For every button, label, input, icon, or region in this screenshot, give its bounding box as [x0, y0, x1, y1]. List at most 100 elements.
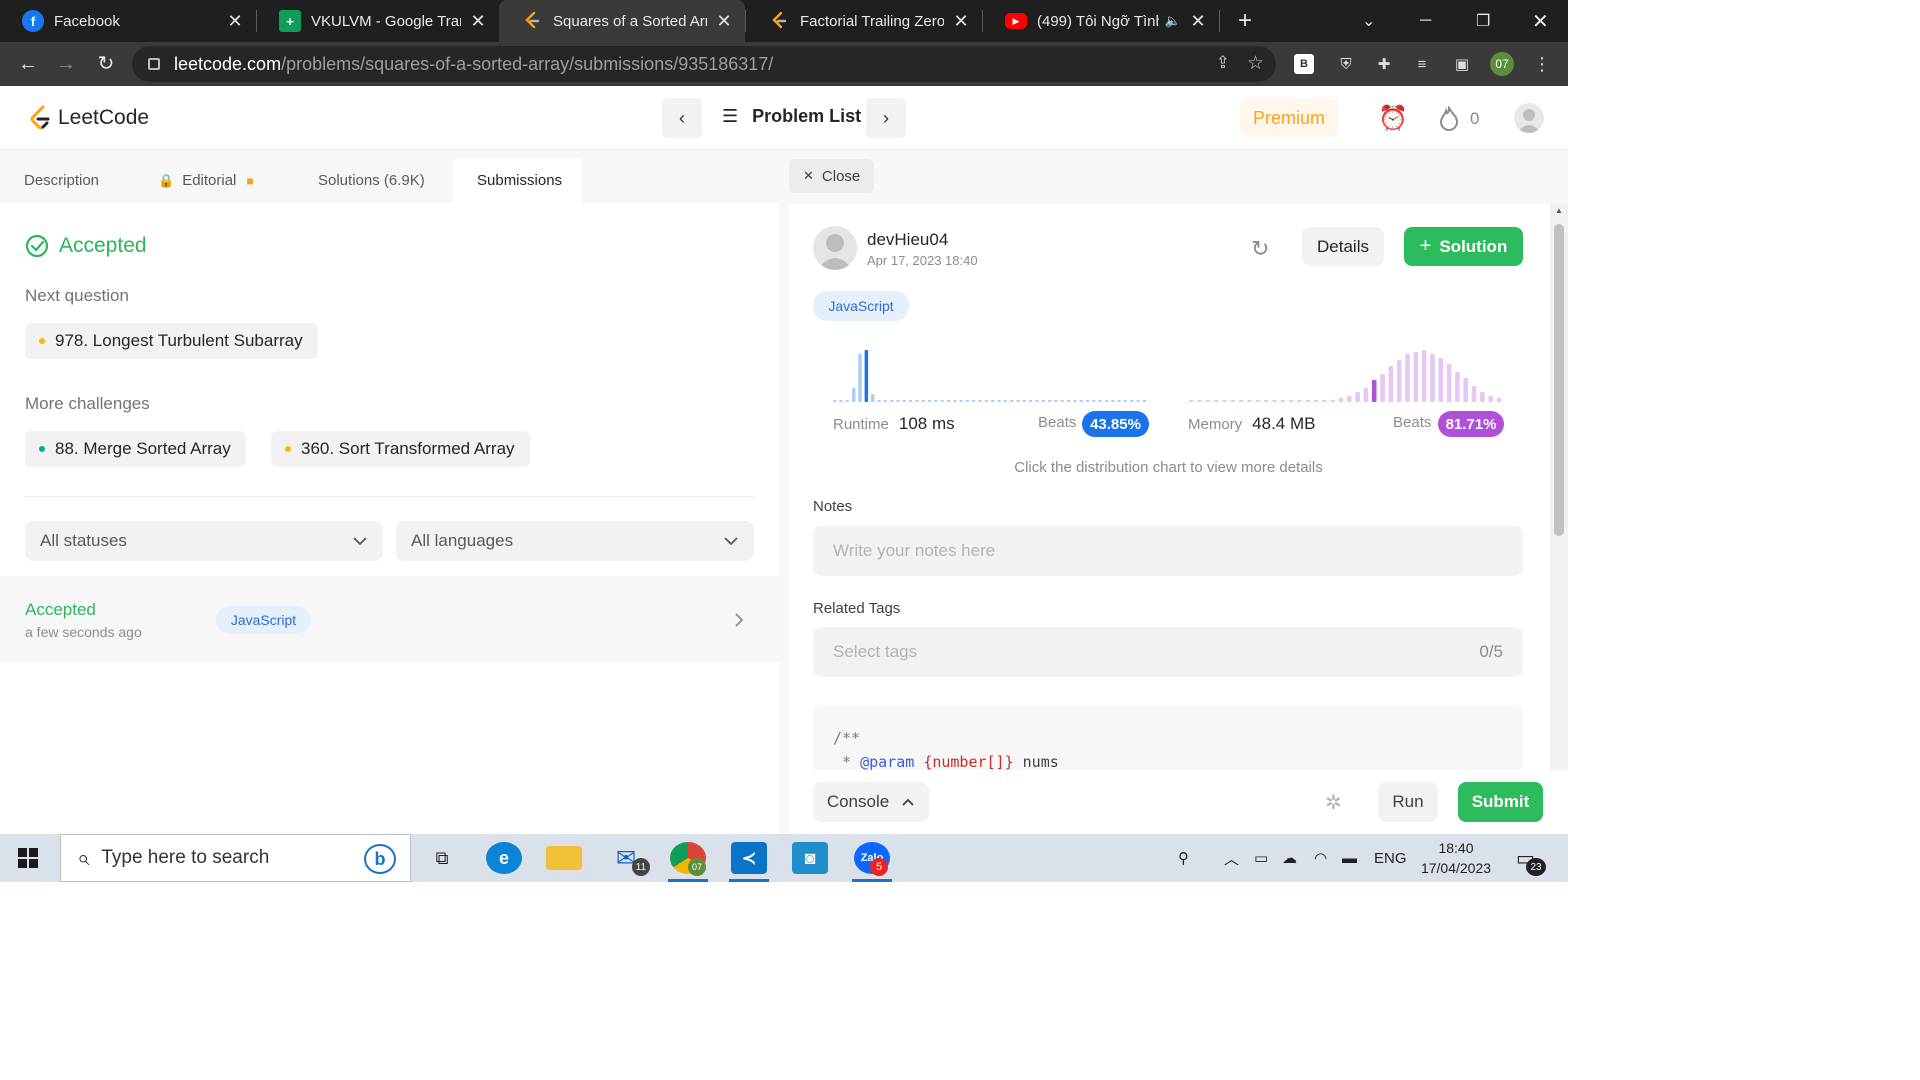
- leetcode-logo-icon: [30, 105, 50, 130]
- bookmark-star-icon[interactable]: ☆: [1247, 52, 1264, 75]
- next-question-link[interactable]: 978. Longest Turbulent Subarray: [25, 323, 318, 359]
- user-avatar-icon[interactable]: [1514, 103, 1544, 133]
- leetcode-logo[interactable]: LeetCode: [28, 104, 149, 132]
- detail-scrollbar[interactable]: ▲ ▼: [1550, 204, 1568, 834]
- browser-tab-facebook[interactable]: f Facebook ✕: [0, 0, 256, 42]
- memory-distribution-bar: [1322, 400, 1327, 402]
- file-explorer-icon[interactable]: [546, 846, 582, 870]
- runtime-distribution-bar: [1010, 400, 1014, 402]
- memory-distribution-chart[interactable]: [1189, 340, 1505, 404]
- browser-tab-factorial[interactable]: Factorial Trailing Zeroes - ✕: [746, 0, 982, 42]
- memory-distribution-bar: [1297, 400, 1302, 402]
- debug-bug-icon[interactable]: ✲: [1325, 790, 1342, 815]
- status-filter-select[interactable]: All statuses: [25, 521, 383, 561]
- streak-counter[interactable]: 0: [1438, 106, 1479, 132]
- battery-icon[interactable]: ▬: [1342, 834, 1357, 882]
- scroll-thumb[interactable]: [1554, 224, 1564, 536]
- challenge-link[interactable]: 88. Merge Sorted Array: [25, 431, 246, 467]
- alarm-clock-icon[interactable]: ⏰: [1378, 104, 1408, 133]
- premium-button[interactable]: Premium: [1240, 99, 1338, 137]
- close-tab-icon[interactable]: ✕: [715, 11, 733, 32]
- runtime-distribution-bar: [953, 400, 957, 402]
- back-icon[interactable]: ←: [14, 50, 42, 78]
- notes-input[interactable]: Write your notes here: [813, 526, 1523, 576]
- post-solution-button[interactable]: + Solution: [1404, 227, 1523, 266]
- onedrive-icon[interactable]: ☁: [1282, 834, 1297, 882]
- windows-start-icon[interactable]: [18, 848, 38, 868]
- close-tab-icon[interactable]: ✕: [952, 11, 970, 32]
- editor-bottom-bar: Console ✲ Run Submit: [789, 770, 1568, 834]
- meet-icon[interactable]: ▭: [1254, 834, 1268, 882]
- tray-chevron-up-icon[interactable]: ︿: [1224, 834, 1239, 882]
- code-type: {number[]}: [923, 753, 1014, 770]
- memory-distribution-bar: [1238, 400, 1244, 402]
- panel-splitter[interactable]: [779, 150, 789, 834]
- memory-distribution-bar: [1446, 364, 1452, 402]
- share-refresh-icon[interactable]: ↻: [1251, 236, 1269, 262]
- tab-label: Solutions (6.9K): [318, 172, 425, 189]
- bing-icon[interactable]: b: [364, 844, 396, 874]
- close-tab-icon[interactable]: ✕: [1189, 11, 1207, 32]
- code-viewer[interactable]: /** * @param {number[]} nums: [813, 706, 1523, 770]
- tab-description[interactable]: Description: [0, 158, 123, 203]
- run-button[interactable]: Run: [1378, 782, 1438, 822]
- tab-editorial[interactable]: 🔒 Editorial ■: [134, 158, 278, 203]
- console-button[interactable]: Console: [813, 782, 929, 822]
- edge-icon[interactable]: e: [486, 842, 522, 874]
- profile-avatar[interactable]: 07: [1490, 52, 1514, 76]
- next-problem-button[interactable]: ›: [866, 98, 906, 138]
- close-tab-icon[interactable]: ✕: [469, 11, 487, 32]
- wifi-icon[interactable]: ◠: [1314, 834, 1327, 882]
- runtime-distribution-bar: [921, 400, 925, 402]
- tab-submissions[interactable]: Submissions: [453, 158, 582, 203]
- browser-tab-squares[interactable]: Squares of a Sorted Array ✕: [499, 0, 745, 42]
- media-control-icon[interactable]: ≡: [1410, 52, 1434, 76]
- side-panel-icon[interactable]: ▣: [1450, 52, 1474, 76]
- app-icon[interactable]: ◙: [792, 842, 828, 874]
- restore-icon[interactable]: ❐: [1476, 0, 1490, 42]
- username[interactable]: devHieu04: [867, 230, 948, 250]
- challenge-link[interactable]: 360. Sort Transformed Array: [271, 431, 530, 467]
- new-tab-icon[interactable]: +: [1238, 7, 1252, 35]
- reload-icon[interactable]: ↻: [92, 50, 120, 78]
- submit-button[interactable]: Submit: [1458, 782, 1543, 822]
- forward-icon[interactable]: →: [52, 50, 80, 78]
- vscode-icon[interactable]: ≺: [731, 842, 767, 874]
- extensions-puzzle-icon[interactable]: ✚: [1372, 52, 1396, 76]
- related-tags-label: Related Tags: [813, 600, 901, 617]
- tab-search-icon[interactable]: ⌄: [1362, 0, 1375, 42]
- minimize-icon[interactable]: ─: [1420, 0, 1431, 42]
- extension-b-icon[interactable]: B: [1294, 54, 1314, 74]
- language-filter-value: All languages: [411, 531, 514, 550]
- runtime-distribution-chart[interactable]: [833, 340, 1149, 404]
- chevron-down-icon: [724, 537, 738, 546]
- taskbar-search-input[interactable]: ⌕ Type here to search b: [60, 834, 411, 882]
- runtime-distribution-bar: [1098, 400, 1102, 402]
- scroll-up-icon[interactable]: ▲: [1555, 206, 1563, 215]
- browser-tab-youtube[interactable]: ▶ (499) Tôi Ngỡ Tình Ta 🔈 ✕: [983, 0, 1219, 42]
- tab-solutions[interactable]: Solutions (6.9K): [294, 158, 449, 203]
- runtime-distribution-bar: [1130, 400, 1134, 402]
- system-clock[interactable]: 18:40 17/04/2023: [1416, 838, 1496, 878]
- language-filter-select[interactable]: All languages: [396, 521, 754, 561]
- memory-distribution-bar: [1371, 380, 1377, 402]
- input-language[interactable]: ENG: [1374, 834, 1407, 882]
- list-icon: ☰: [722, 106, 739, 126]
- submission-row[interactable]: Accepted a few seconds ago JavaScript: [0, 576, 779, 662]
- share-icon[interactable]: ⇪: [1216, 53, 1230, 73]
- prev-problem-button[interactable]: ‹: [662, 98, 702, 138]
- tags-select[interactable]: Select tags 0/5: [813, 627, 1523, 677]
- problem-list-button[interactable]: ☰ Problem List: [722, 106, 861, 127]
- shield-icon[interactable]: ⛨: [1334, 52, 1358, 76]
- tab-title: (499) Tôi Ngỡ Tình Ta: [1037, 12, 1159, 30]
- details-button[interactable]: Details: [1302, 227, 1384, 266]
- url-input[interactable]: leetcode.com/problems/squares-of-a-sorte…: [132, 46, 1276, 82]
- browser-menu-icon[interactable]: ⋮: [1530, 52, 1554, 76]
- browser-tab-sheets[interactable]: + VKULVM - Google Trang tính ✕: [257, 0, 499, 42]
- people-icon[interactable]: ⚲: [1178, 834, 1189, 882]
- close-button[interactable]: ✕ Close: [789, 159, 875, 193]
- close-window-icon[interactable]: ✕: [1532, 0, 1549, 42]
- close-tab-icon[interactable]: ✕: [226, 11, 244, 32]
- clock-date: 17/04/2023: [1420, 860, 1492, 876]
- task-view-icon[interactable]: ⧉: [424, 842, 460, 874]
